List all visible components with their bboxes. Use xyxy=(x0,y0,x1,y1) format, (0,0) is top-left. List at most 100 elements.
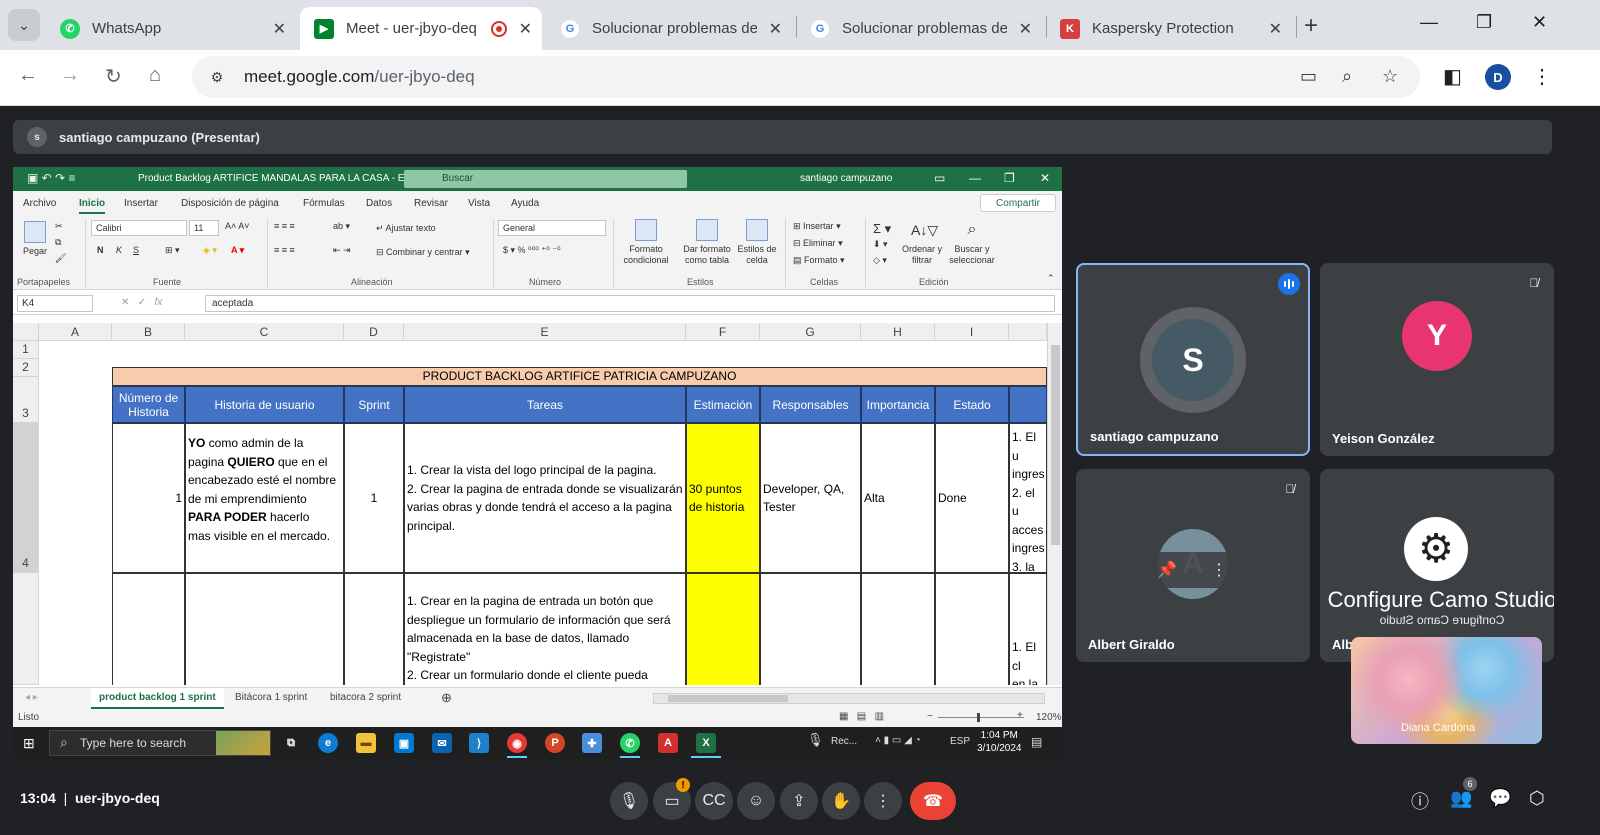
info-icon[interactable]: ⓘ xyxy=(1411,788,1429,814)
recording-icon xyxy=(490,20,507,37)
tab-title: Solucionar problemas de xyxy=(592,20,757,37)
zoom-in-icon: + xyxy=(1017,710,1023,721)
forward-icon[interactable]: → xyxy=(60,64,80,87)
camera-icon[interactable]: ▭ xyxy=(1300,66,1317,87)
tab-solucionar-1[interactable]: G Solucionar problemas de ✕ xyxy=(546,7,792,50)
active-indicator xyxy=(620,756,640,758)
present-button[interactable]: ⇪ xyxy=(780,782,818,820)
site-info-icon[interactable]: ⚙ xyxy=(206,66,228,88)
tab-search-button[interactable]: ⌄ xyxy=(8,9,40,41)
zoom-slider xyxy=(938,717,1024,718)
activities-icon[interactable]: ⬡ xyxy=(1529,788,1545,809)
reload-icon[interactable]: ↻ xyxy=(105,64,122,89)
save-icon: ▣ ↶ ↷ ≡ xyxy=(27,171,76,185)
zoom-out-icon: − xyxy=(927,711,933,722)
participant-tile-albert[interactable]: 🎙̸ A 📌 ⋮ Albert Giraldo xyxy=(1076,469,1310,662)
avatar-ring: S xyxy=(1140,307,1246,413)
side-panel-icon[interactable]: ◧ xyxy=(1443,64,1462,89)
leave-call-button[interactable]: ☎ xyxy=(910,782,956,820)
column-header: D xyxy=(344,323,404,341)
more-options-icon[interactable]: ⋮ xyxy=(1211,560,1227,580)
avatar: S xyxy=(1152,319,1234,401)
group-label: Celdas xyxy=(810,277,839,287)
meeting-info: 13:04 | uer-jbyo-deq xyxy=(20,790,160,806)
excel-icon: X xyxy=(696,733,716,753)
header-cell: Historia de usuario xyxy=(185,386,344,423)
profile-avatar[interactable]: D xyxy=(1485,64,1511,90)
camera-placeholder-text: Configure Camo Studio xyxy=(1327,587,1554,612)
close-icon[interactable]: ✕ xyxy=(1019,19,1032,39)
new-tab-button[interactable]: + xyxy=(1304,12,1318,40)
select-all-corner xyxy=(13,323,39,341)
cell-estimacion xyxy=(686,573,760,685)
sheet-tab: product backlog 1 sprint xyxy=(91,688,224,709)
number-format-box: General xyxy=(498,220,606,236)
more-options-button[interactable]: ⋮ xyxy=(864,782,902,820)
bookmark-star-icon[interactable]: ☆ xyxy=(1382,66,1398,87)
fx-icon: ✕ ✓ fx xyxy=(121,297,163,308)
sheet-tabs: ◂ ▸ product backlog 1 sprint Bitácora 1 … xyxy=(13,687,1062,709)
warning-badge: ! xyxy=(676,778,690,792)
captions-button[interactable]: CC xyxy=(695,782,733,820)
column-header: C xyxy=(185,323,344,341)
group-label: Edición xyxy=(919,277,949,287)
format-as-table-button: Dar formato como tabla xyxy=(677,219,737,266)
restore-icon[interactable]: ❐ xyxy=(1476,12,1492,33)
participant-tile-yeison[interactable]: 🎙̸ Y Yeison González xyxy=(1320,263,1554,456)
mic-button[interactable]: 🎙 xyxy=(610,782,648,820)
header-cell: Tareas xyxy=(404,386,686,423)
sort-filter-button: A↓▽ Ordenar y filtrar xyxy=(899,219,945,266)
people-icon[interactable]: 👥 xyxy=(1450,788,1472,809)
column-header xyxy=(1009,323,1047,341)
mic-off-icon: 🎙̸ xyxy=(1529,276,1539,290)
row-header: 4 xyxy=(13,423,39,573)
menu-kebab-icon[interactable]: ⋮ xyxy=(1532,64,1552,89)
clear-icon: ◇ ▾ xyxy=(873,255,887,265)
close-icon[interactable]: ✕ xyxy=(519,19,532,39)
home-icon[interactable]: ⌂ xyxy=(149,64,161,87)
systray-icons: ˄ ▮ ▭ ◢ ◔ xyxy=(875,735,921,746)
cell-estado: Done xyxy=(935,423,1009,573)
tab-whatsapp[interactable]: ✆ WhatsApp ✕ xyxy=(46,7,296,50)
status-text: Listo xyxy=(18,712,40,723)
participant-tile-camo[interactable]: ⚙ Configure Camo Studio Configure Camo S… xyxy=(1320,469,1554,662)
clipboard-icon xyxy=(24,221,46,243)
chat-icon[interactable]: 💬 xyxy=(1489,788,1511,809)
cell-importancia: Alta xyxy=(861,423,935,573)
zoom-icon[interactable]: ⌕ xyxy=(1342,66,1352,87)
cell-tareas: 1. Crear la vista del logo principal de … xyxy=(404,423,686,573)
back-icon[interactable]: ← xyxy=(18,64,38,87)
spreadsheet-grid: A B C D E F G H I 1 2 3 4 PRODUCT BACKLO… xyxy=(13,323,1047,685)
address-bar[interactable]: ⚙ meet.google.com/uer-jbyo-deq ▭ ⌕ ☆ xyxy=(192,56,1420,98)
tab-solucionar-2[interactable]: G Solucionar problemas de ✕ xyxy=(796,7,1042,50)
meet-stage: s santiago campuzano (Presentar) ▣ ↶ ↷ ≡… xyxy=(0,107,1600,835)
acrobat-icon: A xyxy=(658,733,678,753)
close-icon[interactable]: ✕ xyxy=(1269,19,1282,39)
tab-kaspersky[interactable]: K Kaspersky Protection ✕ xyxy=(1046,7,1292,50)
reactions-button[interactable]: ☺ xyxy=(737,782,775,820)
group-separator xyxy=(85,219,86,287)
header-cell: Responsables xyxy=(760,386,861,423)
ribbon-display-icon: ▭ xyxy=(934,171,946,185)
minimize-icon[interactable]: — xyxy=(1420,12,1438,33)
tab-meet[interactable]: ▶ Meet - uer-jbyo-deq ✕ xyxy=(300,7,542,50)
raise-hand-button[interactable]: ✋ xyxy=(822,782,860,820)
close-icon[interactable]: ✕ xyxy=(769,19,782,39)
group-separator xyxy=(493,219,494,287)
group-separator xyxy=(865,219,866,287)
taskbar-clock: 1:04 PM 3/10/2024 xyxy=(977,730,1022,754)
google-icon: G xyxy=(560,18,580,39)
formula-input: aceptada xyxy=(205,295,1055,312)
participant-tile-santiago[interactable]: S santiago campuzano xyxy=(1076,263,1310,456)
zoom-slider-knob xyxy=(977,713,980,722)
close-icon[interactable]: ✕ xyxy=(273,19,286,39)
pin-icon[interactable]: 📌 xyxy=(1157,560,1177,580)
font-grow-icon: A˄ A˅ xyxy=(225,221,250,231)
tile-controls[interactable]: 📌 ⋮ xyxy=(1140,552,1244,588)
excel-search: Buscar xyxy=(404,170,687,188)
restore-icon: ❐ xyxy=(1004,171,1015,185)
ribbon-tab: Ayuda xyxy=(511,198,540,209)
minimize-icon: — xyxy=(969,171,981,185)
window-close-icon[interactable]: ✕ xyxy=(1532,12,1547,33)
self-view[interactable]: Diana Cardona xyxy=(1351,637,1542,744)
